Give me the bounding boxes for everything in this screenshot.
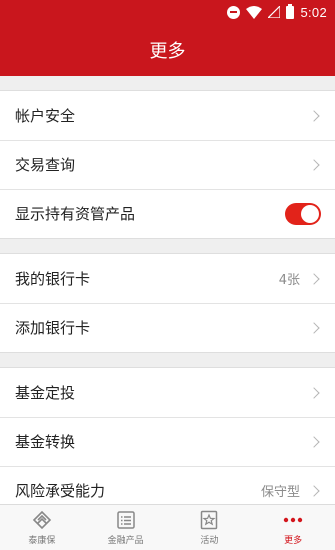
bottom-tab-bar: 泰康保 金融产品 活动 更多 [0,504,335,550]
account-security-item[interactable]: 帐户安全 [0,91,335,140]
add-bank-card-item[interactable]: 添加银行卡 [0,303,335,352]
signal-icon [268,6,281,18]
risk-level-value: 保守型 [260,485,300,500]
risk-tolerance-item[interactable]: 风险承受能力 保守型 [0,466,335,504]
item-label: 交易查询 [15,156,76,174]
tab-activities[interactable]: 活动 [168,505,252,550]
chevron-right-icon [308,158,320,171]
settings-group-account: 帐户安全 交易查询 显示持有资管产品 [0,90,335,239]
item-label: 添加银行卡 [15,319,91,337]
status-bar: 5:02 [0,0,335,24]
show-asset-products-toggle[interactable] [285,202,321,225]
transaction-query-item[interactable]: 交易查询 [0,140,335,189]
item-label: 我的银行卡 [15,270,91,288]
my-bank-cards-item[interactable]: 我的银行卡 4张 [0,254,335,303]
more-dots-icon [283,517,303,522]
settings-group-bank: 我的银行卡 4张 添加银行卡 [0,253,335,353]
item-label: 风险承受能力 [15,482,106,500]
star-badge-icon [201,510,218,529]
wifi-icon [246,5,263,19]
fund-switch-item[interactable]: 基金转换 [0,417,335,466]
toggle-knob [301,204,319,223]
tab-label: 更多 [284,535,303,546]
fund-auto-invest-item[interactable]: 基金定投 [0,368,335,417]
tab-taikangbao[interactable]: 泰康保 [0,505,84,550]
chevron-right-icon [308,484,320,497]
clock: 5:02 [300,4,327,20]
tab-label: 泰康保 [28,535,56,546]
tab-label: 金融产品 [107,535,144,546]
chevron-right-icon [308,109,320,122]
item-label: 显示持有资管产品 [15,205,136,223]
tab-label: 活动 [200,535,219,546]
page-header: 更多 [0,24,335,76]
taikang-logo-icon [32,510,52,529]
tab-financial-products[interactable]: 金融产品 [84,505,168,550]
chevron-right-icon [308,435,320,448]
chevron-right-icon [308,321,320,334]
do-not-disturb-icon [227,5,241,19]
page-title: 更多 [149,41,186,62]
chevron-right-icon [308,272,320,285]
chevron-right-icon [308,386,320,399]
settings-group-fund: 基金定投 基金转换 风险承受能力 保守型 [0,367,335,504]
item-label: 基金定投 [15,384,76,402]
bank-card-count: 4张 [278,273,300,288]
item-label: 基金转换 [15,433,76,451]
settings-list: 帐户安全 交易查询 显示持有资管产品 我的银行卡 4张 添加银行卡 基金定投 基… [0,76,335,504]
item-label: 帐户安全 [15,107,76,125]
tab-more[interactable]: 更多 [251,505,335,550]
list-icon [116,510,135,529]
show-asset-products-item: 显示持有资管产品 [0,189,335,238]
battery-icon [286,3,295,19]
